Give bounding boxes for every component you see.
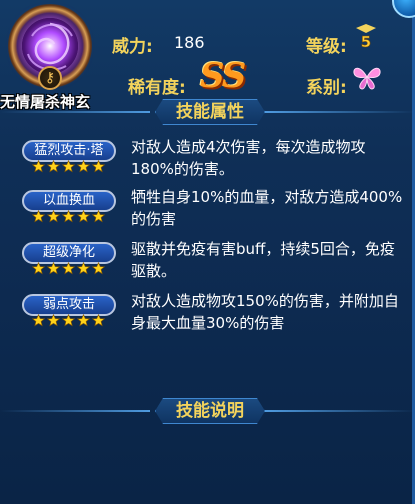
rarity-label: 稀有度:: [128, 78, 186, 98]
power-label: 威力:: [112, 37, 153, 57]
skill-attributes-header: 技能属性: [0, 99, 415, 125]
star-icon: [62, 314, 75, 327]
star-icon: [62, 262, 75, 275]
hero-avatar[interactable]: ⚷: [8, 4, 92, 90]
series-label: 系别:: [306, 78, 347, 98]
rarity-value: SS: [200, 56, 246, 96]
star-icon: [47, 210, 60, 223]
skill-stars: [32, 314, 106, 330]
skill-name-pill[interactable]: 以血换血: [22, 190, 116, 212]
power-value: 186: [174, 33, 205, 52]
skill-row[interactable]: 以血换血 牺牲自身10%的血量，对敌方造成400%的伤害: [0, 182, 412, 234]
level-label: 等级:: [306, 37, 347, 57]
star-icon: [77, 210, 90, 223]
star-icon: [92, 160, 105, 173]
star-icon: [92, 314, 105, 327]
skill-row[interactable]: 超级净化 驱散并免疫有害buff，持续5回合，免疫驱散。: [0, 234, 412, 286]
skill-description: 牺牲自身10%的血量，对敌方造成400%的伤害: [131, 188, 403, 228]
star-icon: [62, 160, 75, 173]
star-icon: [47, 160, 60, 173]
skill-name-pill[interactable]: 猛烈攻击·塔: [22, 140, 116, 162]
star-icon: [92, 210, 105, 223]
close-button[interactable]: [392, 0, 415, 18]
divider-left: [0, 111, 150, 113]
section-title: 技能属性: [155, 99, 265, 125]
divider-left: [0, 410, 150, 412]
star-icon: [32, 210, 45, 223]
skill-stars: [32, 210, 106, 226]
butterfly-icon: [353, 67, 381, 90]
skill-stars: [32, 262, 106, 278]
star-icon: [77, 160, 90, 173]
level-badge: 5: [356, 24, 376, 50]
skill-info-panel: ⚷ 无情屠杀神玄 威力: 186 等级: 5 稀有度: SS 系别: 技能属性 …: [0, 0, 415, 504]
star-icon: [32, 160, 45, 173]
skill-row[interactable]: 弱点攻击 对敌人造成物攻150%的伤害，并附加自身最大血量30%的伤害: [0, 286, 412, 338]
skill-description: 对敌人造成4次伤害，每次造成物攻180%的伤害。: [131, 138, 366, 178]
skill-description-header: 技能说明: [0, 398, 415, 424]
star-icon: [32, 314, 45, 327]
star-icon: [47, 262, 60, 275]
section-title: 技能说明: [155, 398, 265, 424]
star-icon: [92, 262, 105, 275]
star-icon: [62, 210, 75, 223]
skill-name-pill[interactable]: 弱点攻击: [22, 294, 116, 316]
skill-stars: [32, 160, 106, 176]
key-icon: ⚷: [38, 66, 62, 90]
star-icon: [77, 314, 90, 327]
divider-right: [265, 111, 415, 113]
star-icon: [77, 262, 90, 275]
skill-description: 对敌人造成物攻150%的伤害，并附加自身最大血量30%的伤害: [131, 292, 399, 332]
level-value: 5: [361, 33, 371, 50]
skill-name-pill[interactable]: 超级净化: [22, 242, 116, 264]
skill-description: 驱散并免疫有害buff，持续5回合，免疫驱散。: [131, 240, 395, 280]
divider-right: [265, 410, 415, 412]
skill-row[interactable]: 猛烈攻击·塔 对敌人造成4次伤害，每次造成物攻180%的伤害。: [0, 132, 412, 184]
star-icon: [32, 262, 45, 275]
star-icon: [47, 314, 60, 327]
